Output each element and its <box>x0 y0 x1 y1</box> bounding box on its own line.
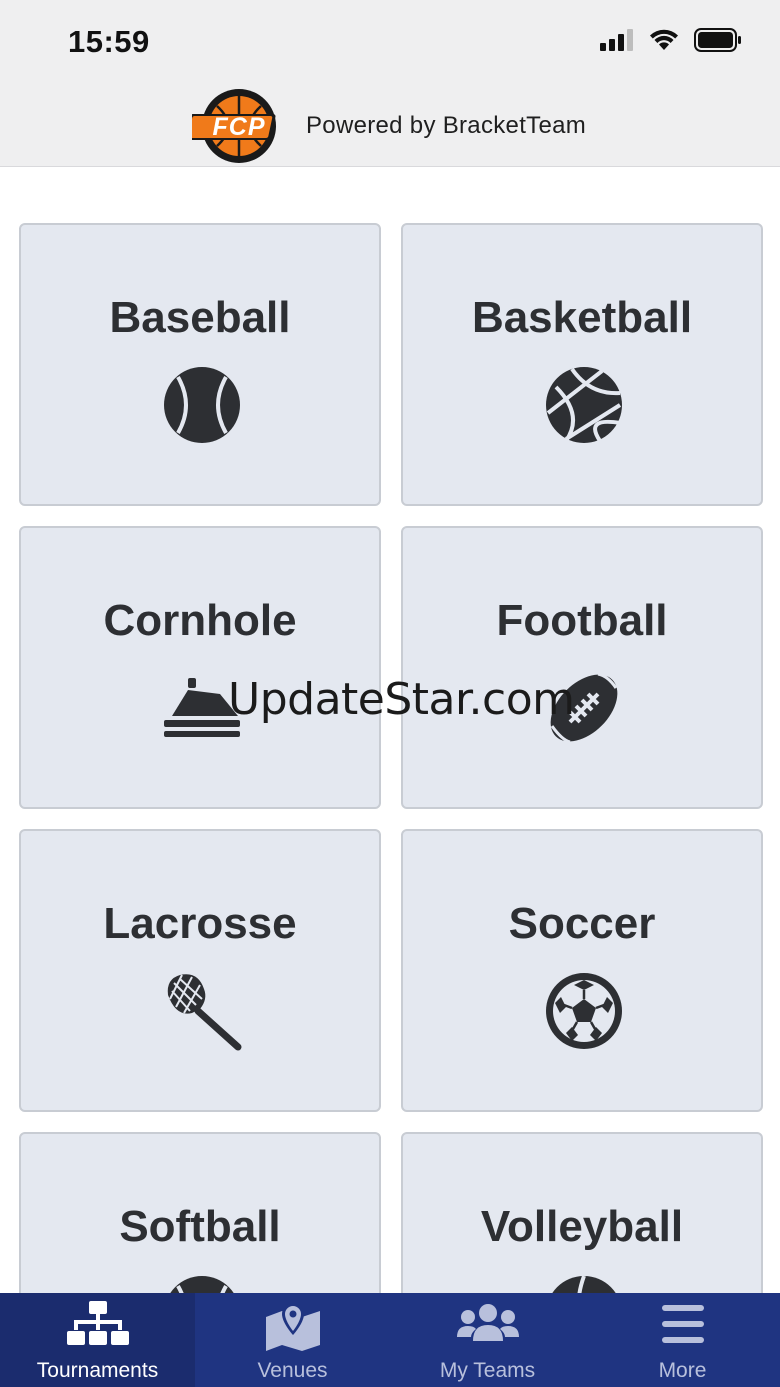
sports-grid: Baseball Basketball Cornhole Football La… <box>0 167 780 1293</box>
logo-text: FCP <box>212 113 266 141</box>
lacrosse-icon <box>167 974 242 1051</box>
sport-card-label: Volleyball <box>480 1202 684 1251</box>
wifi-icon <box>650 29 678 50</box>
sport-card-cornhole[interactable]: Cornhole <box>19 526 381 809</box>
sport-card-label: Soccer <box>508 899 656 948</box>
watermark-text: UpdateStar.com <box>228 674 575 725</box>
volleyball-icon <box>552 1275 616 1293</box>
sport-card-softball[interactable]: Softball <box>19 1132 381 1293</box>
menu-icon <box>662 1305 704 1343</box>
sport-card-baseball[interactable]: Baseball <box>19 223 381 506</box>
cellular-signal-icon <box>600 29 633 51</box>
sport-card-label: Cornhole <box>103 596 297 645</box>
tab-label: Tournaments <box>36 1359 159 1382</box>
fcp-logo: FCP <box>185 86 286 166</box>
tab-more[interactable]: More <box>585 1293 780 1387</box>
soccer-ball-icon <box>546 973 622 1049</box>
status-time: 15:59 <box>68 24 150 59</box>
sport-card-label: Lacrosse <box>103 899 297 948</box>
users-icon <box>457 1304 519 1341</box>
sport-card-label: Softball <box>119 1202 281 1251</box>
tab-label: Venues <box>257 1359 328 1382</box>
status-bar: 15:59 <box>0 0 780 84</box>
app-header: FCP Powered by BracketTeam <box>0 84 780 167</box>
sport-card-football[interactable]: Football <box>401 526 763 809</box>
status-icons <box>600 28 742 52</box>
sport-card-volleyball[interactable]: Volleyball <box>401 1132 763 1293</box>
bottom-tab-bar: Tournaments Venues My Teams More <box>0 1293 780 1387</box>
sport-card-basketball[interactable]: Basketball <box>401 223 763 506</box>
sitemap-icon <box>67 1301 129 1345</box>
tab-label: My Teams <box>439 1359 536 1382</box>
powered-by-text: Powered by BracketTeam <box>306 112 587 139</box>
tab-tournaments[interactable]: Tournaments <box>0 1293 195 1387</box>
tab-venues[interactable]: Venues <box>195 1293 390 1387</box>
sport-card-label: Football <box>496 596 668 645</box>
battery-icon <box>694 28 741 52</box>
map-marker-icon <box>266 1303 320 1351</box>
sport-card-lacrosse[interactable]: Lacrosse <box>19 829 381 1112</box>
sport-card-label: Basketball <box>471 293 693 342</box>
basketball-icon <box>546 367 622 443</box>
baseball-icon <box>164 367 240 443</box>
tab-label: More <box>658 1359 707 1382</box>
softball-icon <box>170 1276 234 1293</box>
sport-card-soccer[interactable]: Soccer <box>401 829 763 1112</box>
sport-card-label: Baseball <box>109 293 291 342</box>
tab-my-teams[interactable]: My Teams <box>390 1293 585 1387</box>
